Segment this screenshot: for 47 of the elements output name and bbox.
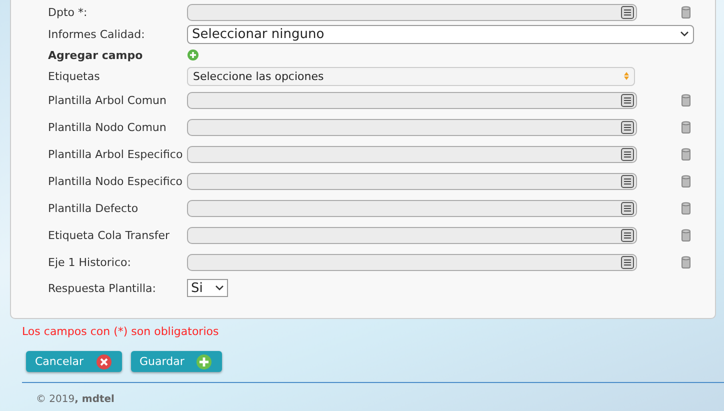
input-field[interactable] xyxy=(187,200,637,217)
input-field[interactable] xyxy=(187,227,637,244)
input-field[interactable] xyxy=(187,92,637,109)
multiselect-field[interactable]: Seleccione las opciones xyxy=(187,66,635,86)
list-icon[interactable] xyxy=(621,6,634,18)
trash-icon[interactable] xyxy=(681,202,691,215)
updown-icon xyxy=(624,72,629,80)
field-label: Plantilla Defecto xyxy=(48,202,140,215)
trash-icon[interactable] xyxy=(681,148,691,161)
input-field[interactable] xyxy=(187,254,637,271)
close-icon xyxy=(96,354,112,370)
select-field[interactable]: Seleccionar ninguno xyxy=(187,24,694,44)
input-field[interactable] xyxy=(187,4,637,20)
required-note: Los campos con (*) son obligatorios xyxy=(22,325,220,338)
field-label: Respuesta Plantilla: xyxy=(48,282,157,294)
trash-icon[interactable] xyxy=(681,229,691,242)
trash-icon[interactable] xyxy=(681,6,691,18)
list-icon[interactable] xyxy=(621,148,634,161)
field-label: Etiqueta Cola Transfer xyxy=(48,229,171,242)
select-field[interactable]: Si xyxy=(187,279,228,297)
list-icon[interactable] xyxy=(621,175,634,188)
add-icon[interactable] xyxy=(187,49,199,61)
list-icon[interactable] xyxy=(621,229,634,242)
input-field[interactable] xyxy=(187,119,637,136)
trash-icon[interactable] xyxy=(681,121,691,134)
chevron-down-icon xyxy=(680,31,689,37)
chevron-down-icon xyxy=(215,285,224,291)
field-label: Plantilla Nodo Especifico xyxy=(48,175,184,188)
list-icon[interactable] xyxy=(621,121,634,134)
section-label: Agregar campo xyxy=(48,48,144,62)
copyright-text: © 2019, mdtel xyxy=(36,394,116,405)
list-icon[interactable] xyxy=(621,256,634,269)
trash-icon[interactable] xyxy=(681,256,691,269)
list-icon[interactable] xyxy=(621,94,634,107)
field-label: Etiquetas xyxy=(48,70,101,82)
field-label: Plantilla Arbol Comun xyxy=(48,94,168,107)
field-label: Plantilla Arbol Especifico xyxy=(48,148,184,161)
plus-icon xyxy=(196,354,212,370)
field-label: Informes Calidad: xyxy=(48,28,146,40)
input-field[interactable] xyxy=(187,146,637,163)
input-field[interactable] xyxy=(187,173,637,190)
field-label: Eje 1 Historico: xyxy=(48,256,132,269)
field-label: Dpto *: xyxy=(48,6,88,18)
list-icon[interactable] xyxy=(621,202,634,215)
trash-icon[interactable] xyxy=(681,175,691,188)
trash-icon[interactable] xyxy=(681,94,691,107)
field-label: Plantilla Nodo Comun xyxy=(48,121,168,134)
